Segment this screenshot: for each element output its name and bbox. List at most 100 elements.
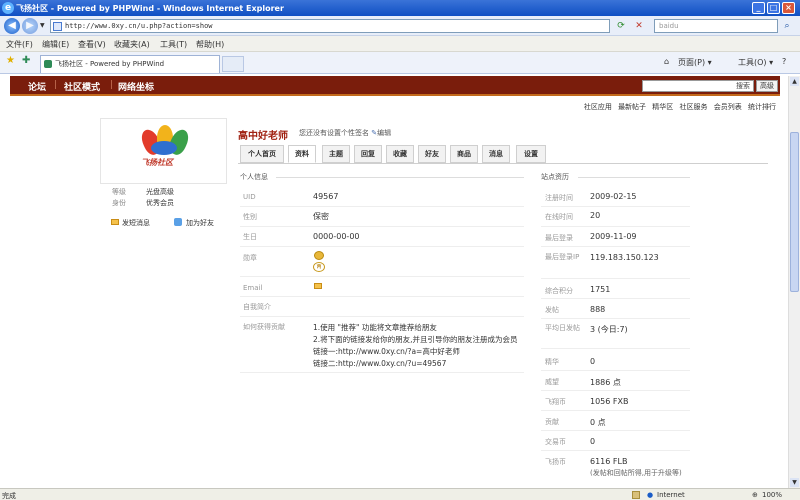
page-menu[interactable]: 页面(P) ▾ <box>678 57 712 68</box>
avatar: 飞扬社区 <box>100 118 227 184</box>
message-icon <box>111 219 119 225</box>
home-icon[interactable]: ⌂ <box>664 57 669 66</box>
tab-goods[interactable]: 商品 <box>450 145 478 163</box>
link-member-list[interactable]: 会员列表 <box>714 103 742 111</box>
send-message-link[interactable]: 发短消息 <box>122 218 150 228</box>
tools-menu-label: 工具(O) <box>738 58 767 67</box>
window-title-bar: e 飞扬社区 - Powered by PHPWind - Windows In… <box>0 0 800 16</box>
site-credentials-title: 站点资历 <box>541 173 569 181</box>
nav-separator: | <box>110 80 114 90</box>
medal-icon <box>314 251 324 260</box>
personal-info-title: 个人信息 <box>240 173 268 181</box>
address-bar[interactable]: http://www.0xy.cn/u.php?action=show <box>50 19 610 33</box>
row-divider <box>541 348 690 349</box>
trade-coin-label: 交易币 <box>545 438 566 446</box>
zoom-icon[interactable]: ⊕ <box>752 491 758 499</box>
birthday-value: 0000-00-00 <box>313 232 360 241</box>
menu-tools[interactable]: 工具(T) <box>160 39 187 50</box>
search-icon[interactable]: ⌕ <box>780 19 794 33</box>
address-url: http://www.0xy.cn/u.php?action=show <box>65 22 213 30</box>
forum-search-value: 搜索 <box>736 82 750 90</box>
tab-favorites[interactable]: 收藏 <box>386 145 414 163</box>
tab-settings[interactable]: 设置 <box>516 145 546 163</box>
maximize-button[interactable]: □ <box>767 2 780 14</box>
advanced-search-button[interactable]: 高级 <box>756 80 778 92</box>
tab-profile[interactable]: 资料 <box>288 145 316 163</box>
contribution-label: 贡献 <box>545 418 559 426</box>
tab-friends[interactable]: 好友 <box>418 145 446 163</box>
tab-home[interactable]: 个人首页 <box>240 145 284 163</box>
search-input[interactable]: baidu <box>654 19 778 33</box>
birthday-label: 生日 <box>243 233 257 241</box>
posts-value: 888 <box>590 305 606 314</box>
menu-file[interactable]: 文件(F) <box>6 39 33 50</box>
row-divider <box>240 246 524 247</box>
tab-replies[interactable]: 回复 <box>354 145 382 163</box>
nav-forum[interactable]: 论坛 <box>28 80 46 93</box>
menu-favorites[interactable]: 收藏夹(A) <box>114 39 150 50</box>
row-divider <box>541 206 690 207</box>
gender-value: 保密 <box>313 212 329 221</box>
add-favorite-icon[interactable]: ✚ <box>22 55 30 66</box>
tab-topics[interactable]: 主题 <box>322 145 350 163</box>
menu-edit[interactable]: 编辑(E) <box>42 39 69 50</box>
tab-messages[interactable]: 消息 <box>482 145 510 163</box>
link-community-apps[interactable]: 社区应用 <box>584 103 612 111</box>
medal-label: 勋章 <box>243 254 257 262</box>
vertical-scrollbar[interactable]: ▲ ▼ <box>788 76 800 488</box>
menu-view[interactable]: 查看(V) <box>78 39 106 50</box>
signature: 您还没有设置个性签名 ✎编辑 <box>299 128 391 138</box>
lock-icon <box>632 491 640 499</box>
total-points-label: 综合积分 <box>545 287 573 295</box>
flb-label: 飞扬币 <box>545 458 566 466</box>
forum-search-input[interactable]: 搜索 <box>642 80 754 92</box>
row-divider <box>541 450 690 451</box>
fxb-value: 1056 FXB <box>590 397 629 406</box>
forward-icon[interactable]: ▶ <box>22 18 38 34</box>
row-divider <box>541 246 690 247</box>
contrib-link-1[interactable]: 链接一:http://www.0xy.cn/?a=高中好老师 <box>313 346 460 357</box>
browser-tab[interactable]: 飞扬社区 - Powered by PHPWind <box>40 55 220 73</box>
zoom-level[interactable]: 100% <box>762 491 782 499</box>
username: 高中好老师 <box>238 131 288 142</box>
window-title: 飞扬社区 - Powered by PHPWind - Windows Inte… <box>16 4 284 13</box>
last-login-label: 最后登录 <box>545 234 573 242</box>
ie-icon: e <box>2 2 14 14</box>
link-digest[interactable]: 精华区 <box>652 103 673 111</box>
refresh-icon[interactable]: ⟳ <box>614 19 628 33</box>
stop-icon[interactable]: ✕ <box>632 19 646 33</box>
email-icon[interactable] <box>314 283 322 289</box>
scroll-up-icon[interactable]: ▲ <box>790 77 799 86</box>
menu-help[interactable]: 帮助(H) <box>196 39 224 50</box>
menu-bar: 文件(F) 编辑(E) 查看(V) 收藏夹(A) 工具(T) 帮助(H) <box>0 36 800 52</box>
link-latest-posts[interactable]: 最新帖子 <box>618 103 646 111</box>
contrib-link-2[interactable]: 链接二:http://www.0xy.cn/?u=49567 <box>313 358 446 369</box>
section-divider <box>578 177 690 178</box>
close-window-button[interactable]: × <box>782 2 795 14</box>
online-time-value: 20 <box>590 211 601 220</box>
sub-links: 社区应用 最新帖子 精华区 社区服务 会员列表 统计排行 <box>584 102 776 112</box>
row-divider <box>541 278 690 279</box>
history-dropdown-icon[interactable]: ▼ <box>40 22 45 29</box>
nav-community-mode[interactable]: 社区模式 <box>64 80 100 93</box>
scroll-down-icon[interactable]: ▼ <box>790 478 799 487</box>
new-tab-button[interactable] <box>222 56 244 72</box>
minimize-button[interactable]: _ <box>752 2 765 14</box>
edit-link[interactable]: 编辑 <box>377 129 391 137</box>
help-icon[interactable]: ? <box>782 57 786 66</box>
back-icon[interactable]: ◀ <box>4 18 20 34</box>
tools-menu[interactable]: 工具(O) ▾ <box>738 57 773 68</box>
link-statistics[interactable]: 统计排行 <box>748 103 776 111</box>
scroll-thumb[interactable] <box>790 132 799 292</box>
favorites-star-icon[interactable]: ★ <box>6 55 15 66</box>
nav-network-coords[interactable]: 网络坐标 <box>118 80 154 93</box>
row-divider <box>541 370 690 371</box>
contrib-label: 如何获得贡献 <box>243 323 285 331</box>
globe-icon: ● <box>647 491 654 499</box>
add-friend-link[interactable]: 加为好友 <box>186 218 214 228</box>
daily-posts-label: 平均日发帖 <box>545 324 580 332</box>
uid-label: UID <box>243 193 256 201</box>
row-divider <box>541 298 690 299</box>
link-community-services[interactable]: 社区服务 <box>680 103 708 111</box>
contribution-value: 0 点 <box>590 418 606 427</box>
